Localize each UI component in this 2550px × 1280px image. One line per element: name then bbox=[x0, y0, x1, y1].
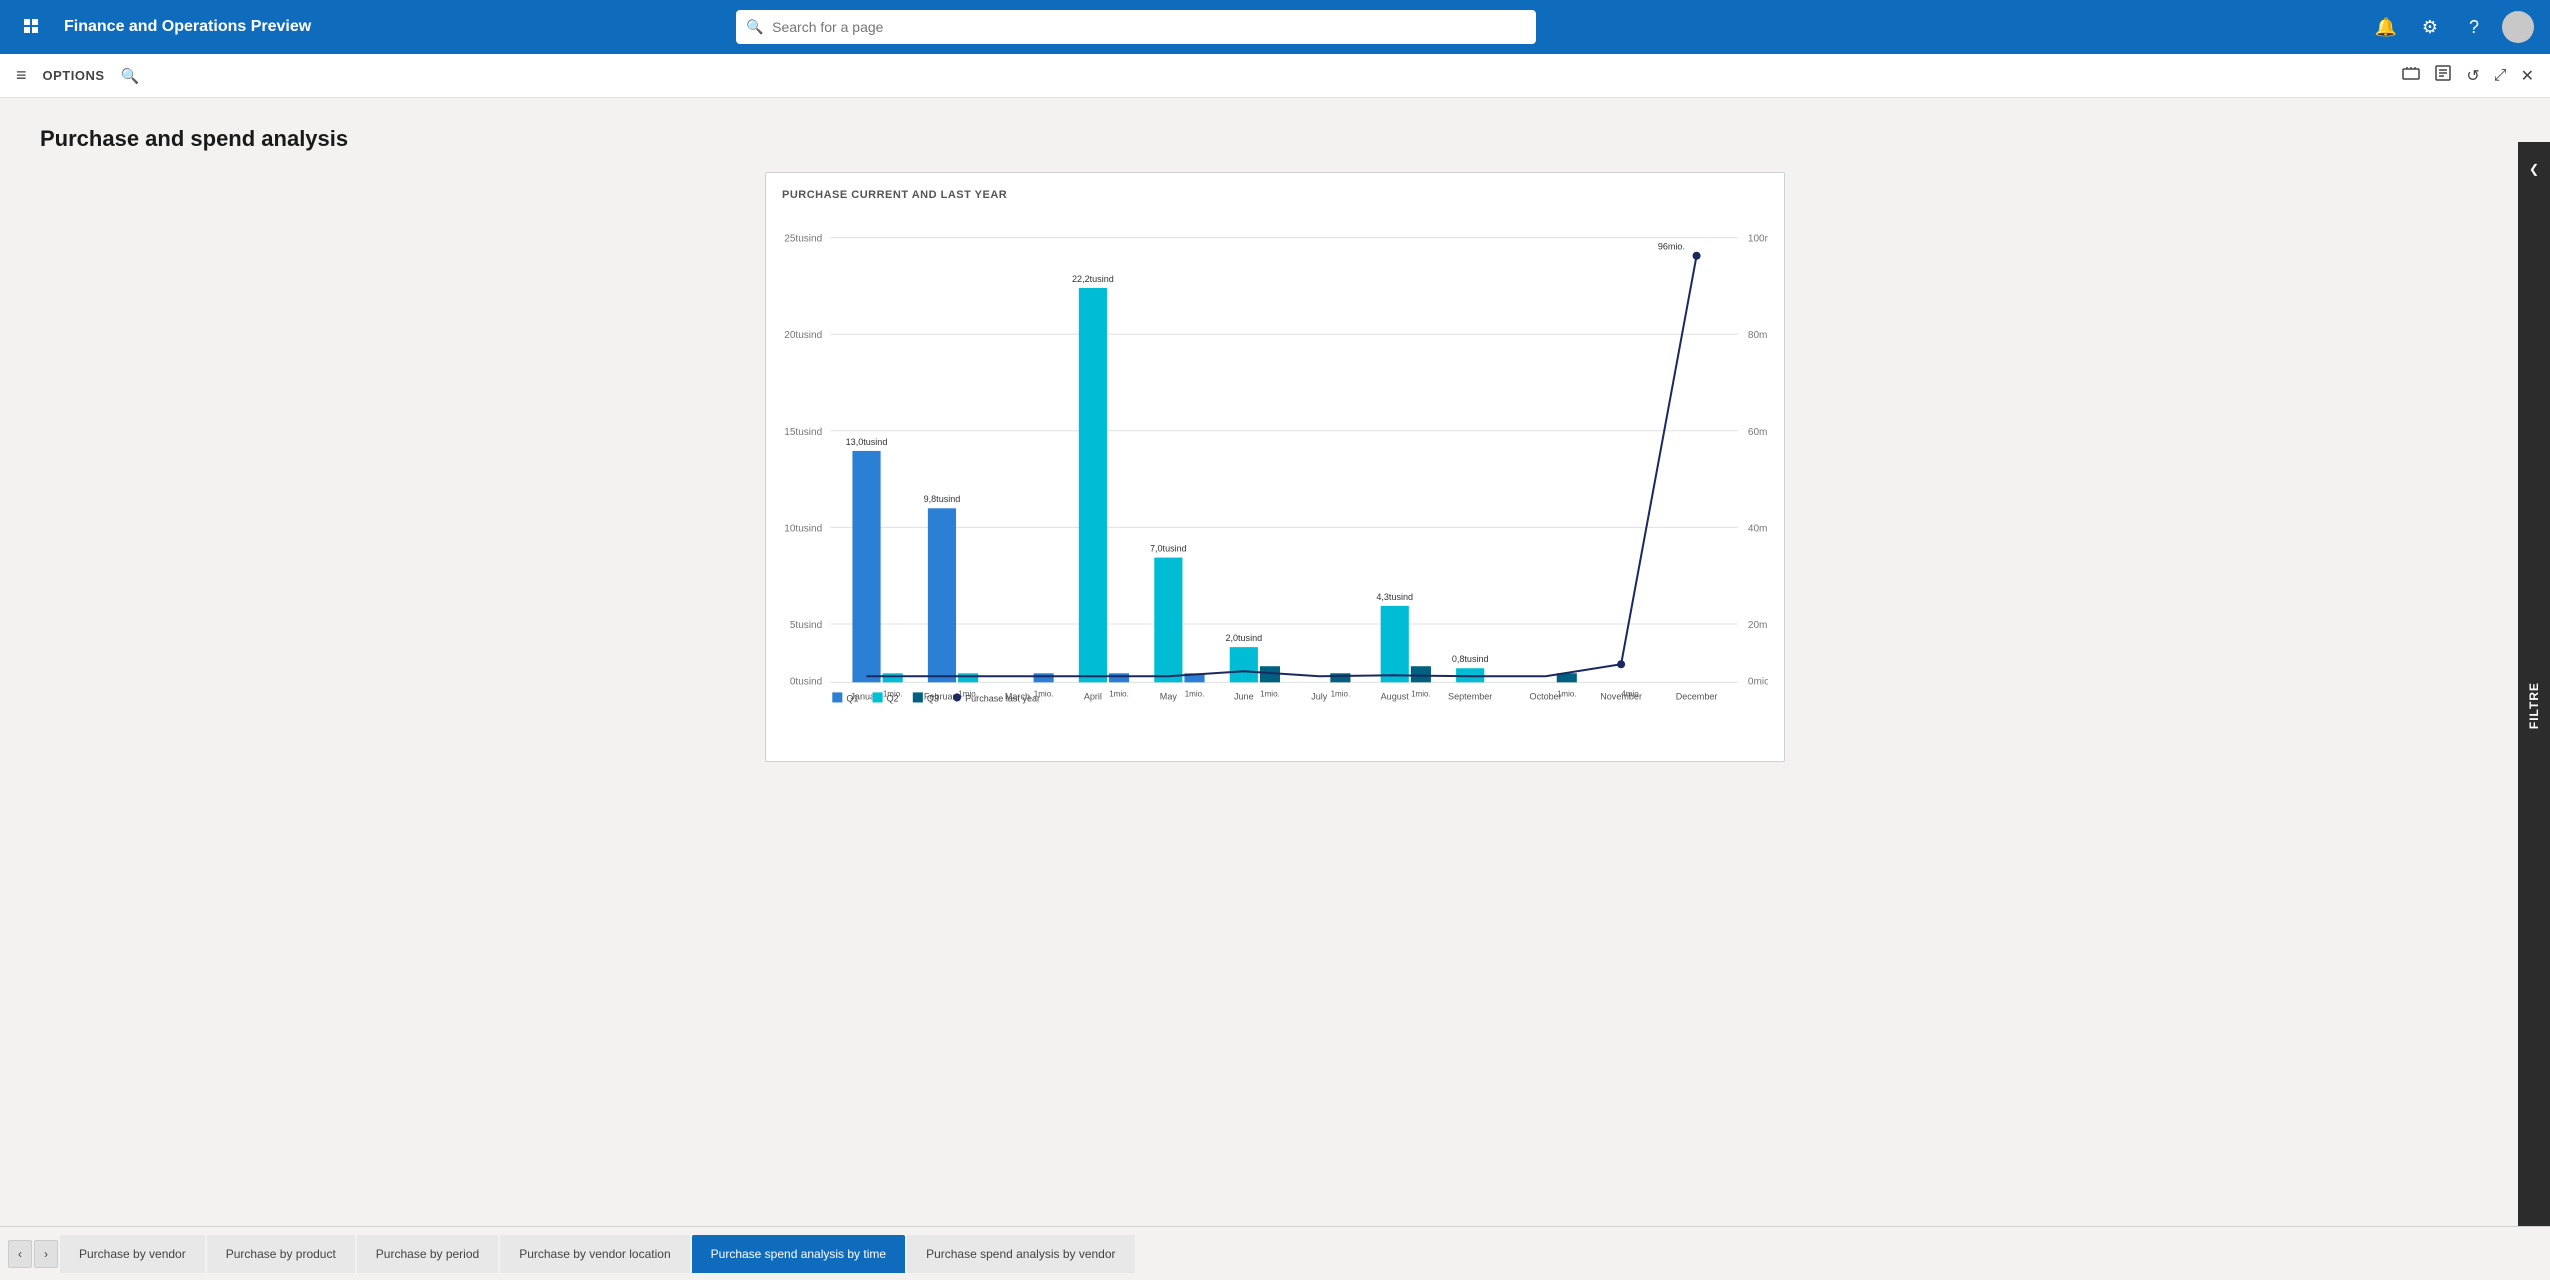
help-icon[interactable]: ? bbox=[2458, 11, 2490, 43]
bar-april-lastyear bbox=[1109, 673, 1129, 682]
svg-text:0,8tusind: 0,8tusind bbox=[1452, 654, 1489, 664]
svg-text:15tusind: 15tusind bbox=[784, 427, 822, 438]
svg-text:December: December bbox=[1676, 691, 1718, 701]
bar-february-lastyear bbox=[958, 673, 978, 682]
svg-text:0mio.: 0mio. bbox=[1748, 676, 1768, 687]
svg-text:Q2: Q2 bbox=[887, 693, 899, 703]
svg-text:100mio.: 100mio. bbox=[1748, 234, 1768, 245]
options-right-actions: ↺ ⤢ ✕ bbox=[2402, 64, 2534, 87]
svg-text:20mio.: 20mio. bbox=[1748, 620, 1768, 631]
page-title: Purchase and spend analysis bbox=[40, 126, 2510, 152]
bar-may-q2 bbox=[1154, 558, 1182, 683]
svg-text:1mio.: 1mio. bbox=[1109, 689, 1129, 698]
word-icon[interactable] bbox=[2434, 64, 2452, 87]
close-icon[interactable]: ✕ bbox=[2521, 66, 2534, 86]
tab-next-button[interactable]: › bbox=[34, 1240, 58, 1268]
main-content: Purchase and spend analysis PURCHASE CUR… bbox=[0, 98, 2550, 1226]
svg-text:80mio.: 80mio. bbox=[1748, 330, 1768, 341]
svg-text:1mio.: 1mio. bbox=[1260, 689, 1280, 698]
tab-purchase-spend-analysis-by-vendor[interactable]: Purchase spend analysis by vendor bbox=[907, 1235, 1134, 1273]
svg-text:Q1: Q1 bbox=[846, 693, 858, 703]
svg-text:November: November bbox=[1600, 691, 1642, 701]
chart-container: PURCHASE CURRENT AND LAST YEAR 25tusind … bbox=[765, 172, 1785, 762]
bar-june-q2 bbox=[1230, 647, 1258, 682]
svg-text:60mio.: 60mio. bbox=[1748, 427, 1768, 438]
svg-text:20tusind: 20tusind bbox=[784, 330, 822, 341]
svg-text:1mio.: 1mio. bbox=[1331, 689, 1351, 698]
chart-area: 25tusind 20tusind 15tusind 10tusind 5tus… bbox=[782, 213, 1768, 713]
svg-text:4,3tusind: 4,3tusind bbox=[1376, 592, 1413, 602]
global-search[interactable]: 🔍 bbox=[736, 10, 1536, 44]
tab-purchase-by-product[interactable]: Purchase by product bbox=[207, 1235, 355, 1273]
tab-purchase-by-vendor[interactable]: Purchase by vendor bbox=[60, 1235, 205, 1273]
chart-svg: 25tusind 20tusind 15tusind 10tusind 5tus… bbox=[782, 213, 1768, 713]
svg-text:2,0tusind: 2,0tusind bbox=[1225, 633, 1262, 643]
svg-text:7,0tusind: 7,0tusind bbox=[1150, 544, 1187, 554]
svg-text:25tusind: 25tusind bbox=[784, 234, 822, 245]
svg-text:Purchase last year: Purchase last year bbox=[965, 693, 1040, 703]
bar-august-lastyear bbox=[1411, 666, 1431, 682]
svg-text:1mio.: 1mio. bbox=[1185, 689, 1205, 698]
bar-january-q1 bbox=[852, 451, 880, 682]
svg-text:May: May bbox=[1160, 691, 1178, 701]
bar-august-q3 bbox=[1381, 606, 1409, 682]
svg-text:5tusind: 5tusind bbox=[790, 620, 822, 631]
line-point-december bbox=[1693, 252, 1701, 260]
bottom-tabs: ‹ › Purchase by vendor Purchase by produ… bbox=[0, 1226, 2550, 1280]
svg-text:October: October bbox=[1530, 691, 1562, 701]
tab-purchase-spend-analysis-by-time[interactable]: Purchase spend analysis by time bbox=[692, 1235, 905, 1273]
bar-july-lastyear bbox=[1330, 673, 1350, 682]
purchase-last-year-line bbox=[867, 256, 1697, 677]
chart-title: PURCHASE CURRENT AND LAST YEAR bbox=[782, 189, 1768, 201]
app-title: Finance and Operations Preview bbox=[64, 18, 311, 36]
bar-april-q2 bbox=[1079, 288, 1107, 682]
bar-february-q1 bbox=[928, 508, 956, 682]
bar-january-lastyear bbox=[883, 673, 903, 682]
legend-q2-rect bbox=[873, 692, 883, 702]
svg-text:96mio.: 96mio. bbox=[1658, 242, 1685, 252]
legend-lastyear-dot bbox=[953, 693, 961, 701]
legend-q3-rect bbox=[913, 692, 923, 702]
options-bar: ≡ OPTIONS 🔍 ↺ ⤢ ✕ bbox=[0, 54, 2550, 98]
filter-panel[interactable]: ❮ FILTRE bbox=[2518, 142, 2550, 1226]
nav-right-icons: 🔔 ⚙ ? bbox=[2370, 11, 2534, 43]
tab-purchase-by-period[interactable]: Purchase by period bbox=[357, 1235, 498, 1273]
svg-text:Q3: Q3 bbox=[927, 693, 939, 703]
svg-text:September: September bbox=[1448, 691, 1492, 701]
settings-icon[interactable]: ⚙ bbox=[2414, 11, 2446, 43]
line-point-november bbox=[1617, 660, 1625, 668]
diagnostics-icon[interactable] bbox=[2402, 64, 2420, 87]
tab-prev-button[interactable]: ‹ bbox=[8, 1240, 32, 1268]
svg-text:10tusind: 10tusind bbox=[784, 523, 822, 534]
popout-icon[interactable]: ⤢ bbox=[2494, 67, 2507, 85]
svg-text:April: April bbox=[1084, 691, 1102, 701]
svg-text:0tusind: 0tusind bbox=[790, 676, 822, 687]
hamburger-icon[interactable]: ≡ bbox=[16, 65, 27, 86]
filter-arrow-icon: ❮ bbox=[2529, 162, 2539, 176]
svg-text:1mio.: 1mio. bbox=[1411, 689, 1431, 698]
tab-purchase-by-vendor-location[interactable]: Purchase by vendor location bbox=[500, 1235, 689, 1273]
user-avatar[interactable] bbox=[2502, 11, 2534, 43]
svg-text:July: July bbox=[1311, 691, 1328, 701]
grid-menu-icon[interactable] bbox=[16, 11, 48, 43]
svg-text:August: August bbox=[1381, 691, 1410, 701]
options-search-icon[interactable]: 🔍 bbox=[121, 67, 140, 85]
top-navigation: Finance and Operations Preview 🔍 🔔 ⚙ ? bbox=[0, 0, 2550, 54]
search-icon: 🔍 bbox=[746, 19, 763, 36]
svg-text:June: June bbox=[1234, 691, 1254, 701]
refresh-icon[interactable]: ↺ bbox=[2466, 66, 2479, 86]
svg-text:22,2tusind: 22,2tusind bbox=[1072, 274, 1114, 284]
svg-text:13,0tusind: 13,0tusind bbox=[846, 437, 888, 447]
legend-q1-rect bbox=[832, 692, 842, 702]
filter-label: FILTRE bbox=[2527, 682, 2541, 729]
bar-march-lastyear bbox=[1034, 673, 1054, 682]
options-label: OPTIONS bbox=[43, 68, 105, 83]
svg-text:9,8tusind: 9,8tusind bbox=[924, 494, 961, 504]
search-input[interactable] bbox=[736, 10, 1536, 44]
svg-text:40mio.: 40mio. bbox=[1748, 523, 1768, 534]
notification-icon[interactable]: 🔔 bbox=[2370, 11, 2402, 43]
